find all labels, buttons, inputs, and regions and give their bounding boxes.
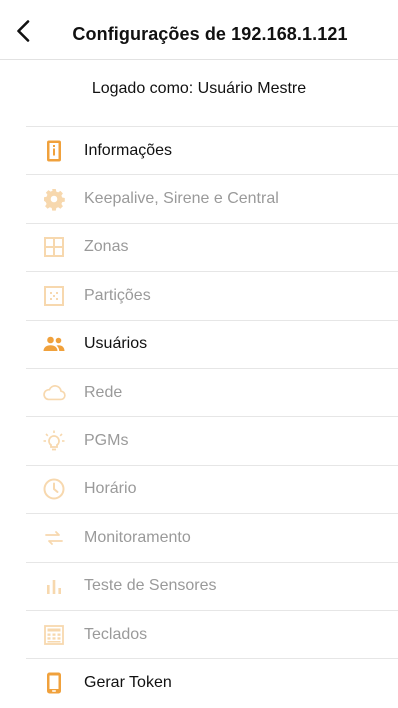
lightbulb-icon (42, 429, 66, 453)
menu-item-keepalive[interactable]: Keepalive, Sirene e Central (26, 175, 398, 224)
menu-item-label: Rede (84, 383, 123, 401)
menu-item-gerar-token[interactable]: Gerar Token (26, 659, 398, 707)
menu-item-label: Teclados (84, 625, 148, 643)
menu-item-label: PGMs (84, 432, 129, 450)
bar-chart-icon (42, 574, 66, 598)
page-title: Configurações de 192.168.1.121 (72, 24, 348, 44)
menu-item-pgms[interactable]: PGMs (26, 417, 398, 466)
menu-item-label: Partições (84, 286, 151, 304)
menu-item-teclados[interactable]: Teclados (26, 611, 398, 660)
menu-item-label: Usuários (84, 335, 148, 353)
menu-item-zonas[interactable]: Zonas (26, 224, 398, 273)
logged-in-label: Logado como: Usuário Mestre (91, 80, 307, 97)
users-icon (42, 332, 66, 356)
menu-item-teste-sensores[interactable]: Teste de Sensores (26, 563, 398, 611)
grid-icon (42, 235, 66, 259)
menu-item-usuarios[interactable]: Usuários (26, 321, 398, 369)
menu-item-label: Monitoramento (84, 528, 191, 546)
menu-item-label: Informações (84, 141, 173, 159)
arrows-icon (42, 526, 66, 550)
nav-header: Configurações de 192.168.1.121 (0, 0, 398, 60)
cloud-icon (42, 381, 66, 405)
settings-menu: Informações Keepalive, Sirene e Central … (26, 126, 398, 708)
menu-item-label: Gerar Token (84, 674, 172, 692)
keypad-icon (42, 623, 66, 647)
menu-item-label: Zonas (84, 238, 129, 256)
partition-icon (42, 284, 66, 308)
menu-item-label: Teste de Sensores (84, 577, 217, 595)
menu-item-particoes[interactable]: Partições (26, 272, 398, 321)
gear-icon (42, 187, 66, 211)
clock-icon (42, 477, 66, 501)
menu-item-informacoes[interactable]: Informações (26, 127, 398, 176)
menu-item-label: Horário (84, 480, 137, 498)
menu-item-label: Keepalive, Sirene e Central (84, 190, 279, 208)
phone-icon (42, 671, 66, 695)
menu-item-monitoramento[interactable]: Monitoramento (26, 514, 398, 563)
menu-item-horario[interactable]: Horário (26, 466, 398, 515)
info-icon (42, 139, 66, 163)
menu-item-rede[interactable]: Rede (26, 369, 398, 418)
